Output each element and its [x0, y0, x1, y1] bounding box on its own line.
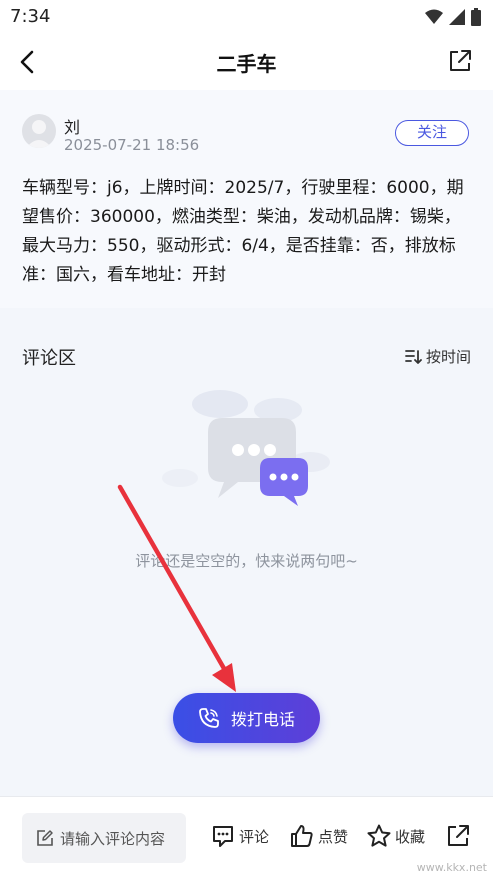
share-external-icon — [450, 50, 471, 71]
post-content: 车辆型号：j6，上牌时间：2025/7，行驶里程：6000，期望售价：36000… — [22, 178, 464, 285]
bottom-action-bar: 请输入评论内容 评论 点赞 收藏 www.kkx.net — [0, 796, 493, 878]
like-button[interactable]: 点赞 — [289, 823, 348, 849]
watermark: www.kkx.net — [416, 861, 487, 874]
comment-label: 评论 — [239, 827, 270, 846]
thumbs-up-icon — [291, 825, 313, 847]
sort-icon — [405, 349, 422, 364]
call-phone-label: 拨打电话 — [231, 710, 296, 729]
sort-label: 按时间 — [425, 348, 471, 366]
favorite-label: 收藏 — [395, 827, 426, 846]
share-button[interactable] — [447, 48, 475, 76]
default-avatar-icon — [26, 120, 52, 148]
star-icon — [367, 824, 391, 847]
battery-icon — [471, 8, 481, 26]
signal-icon — [449, 9, 465, 25]
share-external-icon — [448, 825, 469, 846]
empty-comments-text: 评论还是空空的，快来说两句吧~ — [135, 552, 358, 570]
app-bar: 二手车 — [0, 34, 493, 90]
phone-icon — [199, 708, 219, 728]
content-area: 刘 2025-07-21 18:56 关注 车辆型号：j6，上牌时间：2025/… — [0, 90, 493, 796]
status-icons — [425, 8, 481, 26]
status-time: 7:34 — [10, 6, 51, 27]
follow-button[interactable]: 关注 — [395, 120, 469, 146]
favorite-button[interactable]: 收藏 — [366, 823, 425, 849]
sort-by-time-button[interactable]: 按时间 — [404, 346, 471, 367]
bottom-share-button[interactable] — [445, 823, 471, 849]
comment-input-placeholder: 请输入评论内容 — [60, 829, 166, 848]
post-card: 刘 2025-07-21 18:56 关注 车辆型号：j6，上牌时间：2025/… — [0, 90, 493, 308]
empty-comments-illustration — [162, 390, 330, 506]
comment-input[interactable]: 请输入评论内容 — [22, 813, 186, 863]
comment-button[interactable]: 评论 — [210, 823, 269, 849]
status-bar: 7:34 — [0, 0, 493, 34]
comment-icon — [213, 826, 233, 847]
page-title: 二手车 — [216, 52, 277, 76]
edit-icon — [37, 830, 53, 846]
like-label: 点赞 — [318, 827, 349, 846]
post-date: 2025-07-21 18:56 — [64, 136, 200, 154]
wifi-icon — [425, 9, 443, 24]
author-name[interactable]: 刘 — [64, 114, 80, 138]
avatar[interactable] — [22, 114, 56, 148]
call-phone-button[interactable]: 拨打电话 — [173, 693, 320, 743]
comments-section-title: 评论区 — [22, 348, 76, 369]
